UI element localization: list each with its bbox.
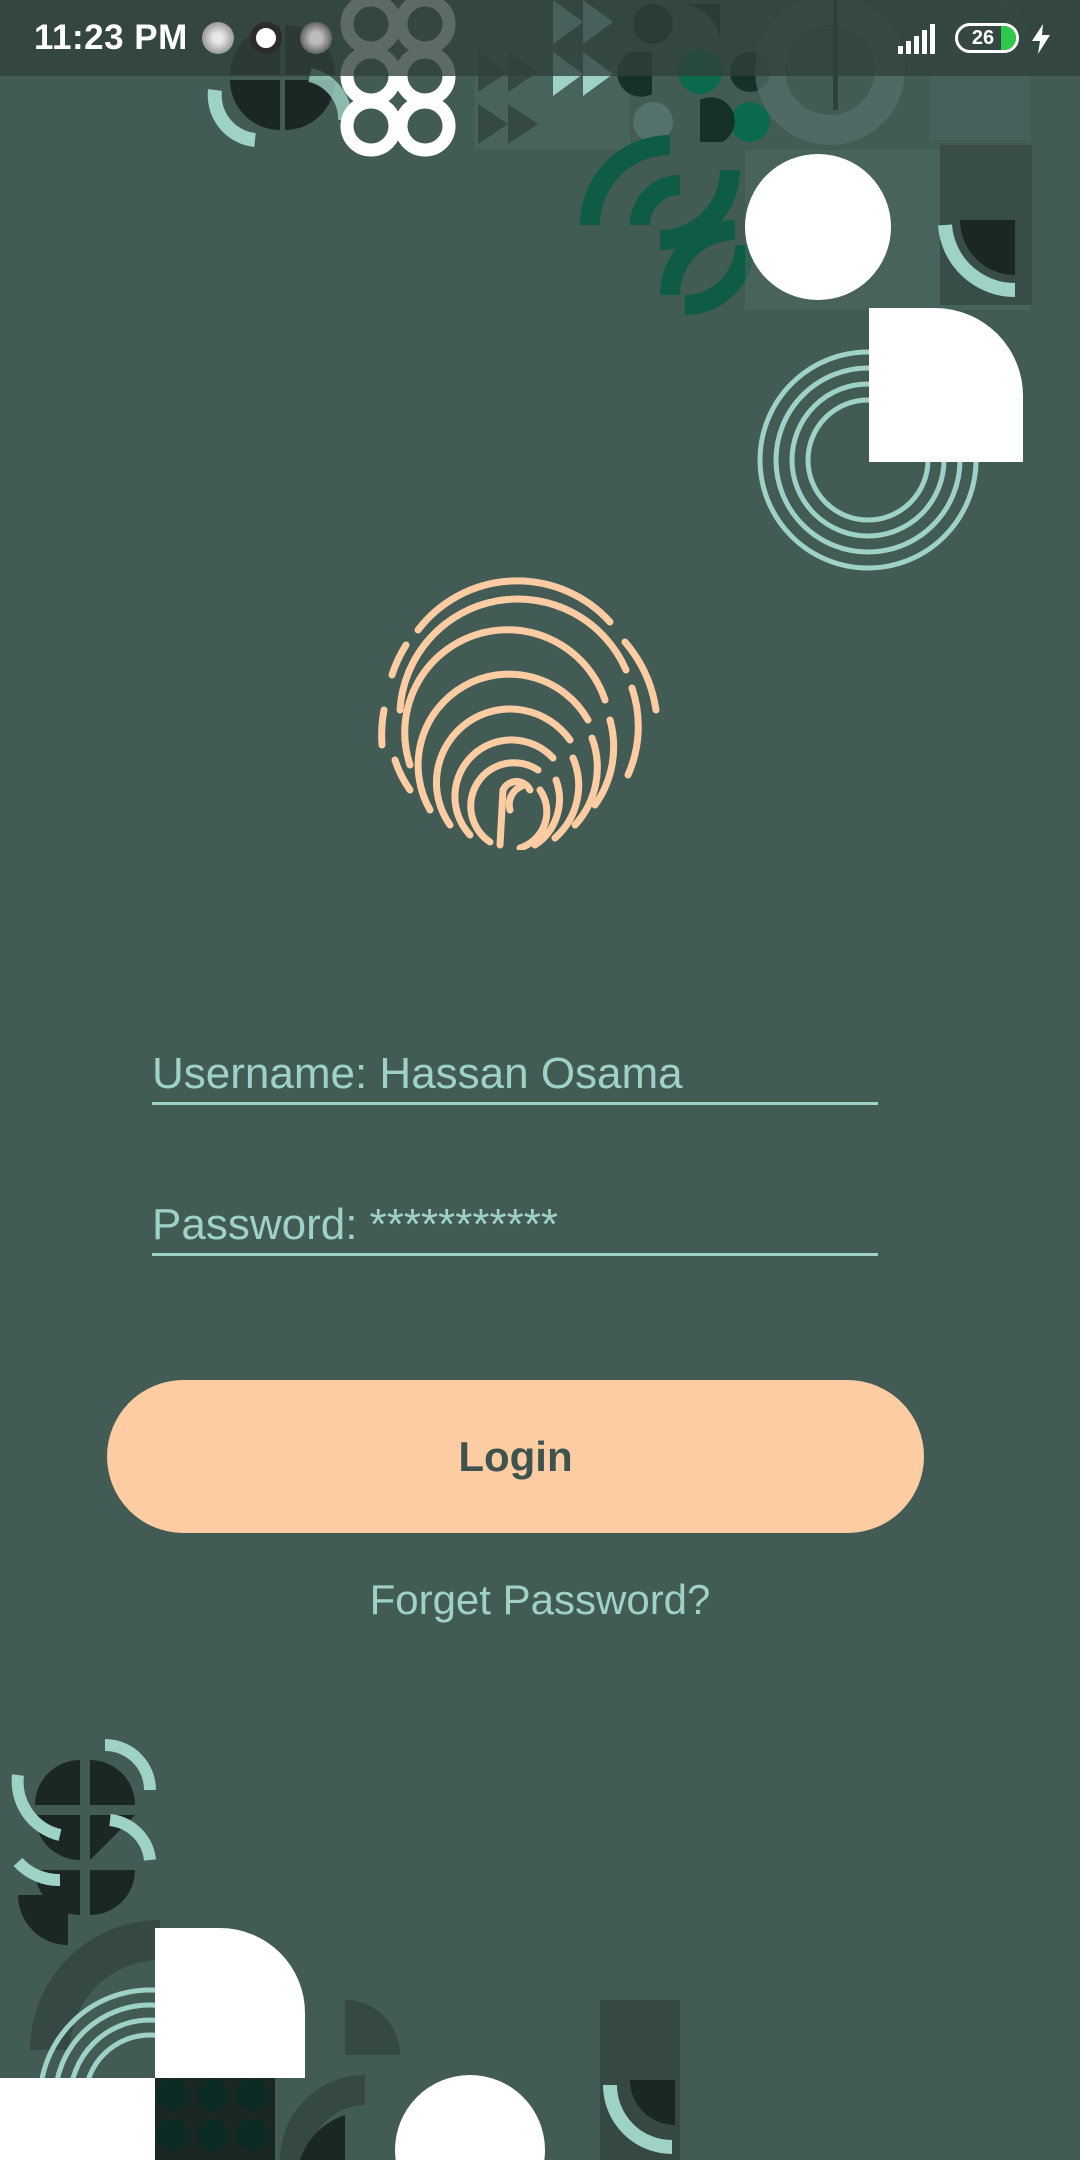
forgot-password-link[interactable]: Forget Password? [0, 1570, 1080, 1630]
username-input[interactable]: Username: Hassan Osama [152, 1046, 878, 1102]
fingerprint-icon[interactable] [370, 560, 660, 850]
charging-icon [1032, 24, 1050, 54]
status-time: 11:23 PM [34, 18, 188, 57]
username-field[interactable]: Username: Hassan Osama [152, 1046, 878, 1105]
notification-icon [300, 22, 332, 54]
login-button[interactable]: Login [107, 1380, 924, 1533]
status-bar: 11:23 PM 26 [0, 0, 1080, 76]
battery-level: 26 [971, 27, 995, 49]
notification-icon [202, 22, 234, 54]
signal-icon [898, 24, 935, 54]
password-field[interactable]: Password: *********** [152, 1197, 878, 1256]
media-icon [250, 22, 282, 54]
battery-icon: 26 [955, 23, 1019, 53]
top-decorative-pattern [207, 0, 1032, 571]
password-input[interactable]: Password: *********** [152, 1197, 878, 1253]
